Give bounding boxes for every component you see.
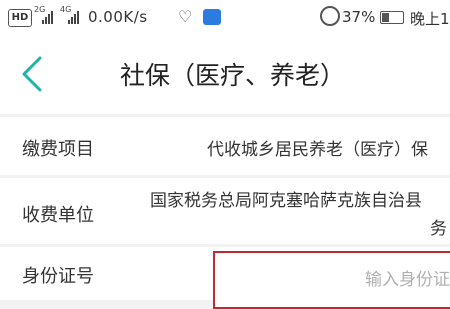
hd-label: HD (11, 12, 29, 23)
collecting-unit-row: 收费单位 国家税务总局阿克塞哈萨克族自治县 务 (0, 178, 450, 244)
page-title: 社保（医疗、养老） (120, 61, 346, 90)
health-icon: ♡ (178, 7, 193, 26)
collecting-unit-value-line1: 国家税务总局阿克塞哈萨克族自治县 (150, 191, 422, 211)
payment-item-label: 缴费项目 (22, 139, 94, 160)
sim2-signal-icon: 4G (60, 5, 82, 25)
id-number-input[interactable] (213, 251, 450, 309)
id-number-row: 身份证号 (0, 247, 450, 309)
payment-item-row: 缴费项目 代收城乡居民养老（医疗）保 (0, 117, 450, 175)
app-notification-icon (203, 9, 221, 25)
battery-percent: 37% (342, 8, 376, 26)
collecting-unit-label: 收费单位 (22, 205, 94, 226)
network-speed: 0.00K/s (88, 8, 148, 26)
hd-voice-icon: HD (8, 9, 32, 27)
status-bar: HD 2G 4G 0.00K/s ♡ 37% 晚上1 (0, 0, 450, 34)
battery-icon (380, 11, 404, 24)
collecting-unit-value-line2: 务 (430, 219, 447, 239)
chevron-left-icon (22, 56, 42, 92)
back-button[interactable] (18, 54, 52, 94)
clock: 晚上1 (410, 10, 450, 28)
alarm-icon (320, 6, 340, 26)
header: 社保（医疗、养老） (0, 34, 450, 114)
sim1-signal-icon: 2G (34, 5, 56, 25)
id-number-label: 身份证号 (22, 266, 94, 287)
payment-item-value: 代收城乡居民养老（医疗）保 (207, 140, 428, 160)
